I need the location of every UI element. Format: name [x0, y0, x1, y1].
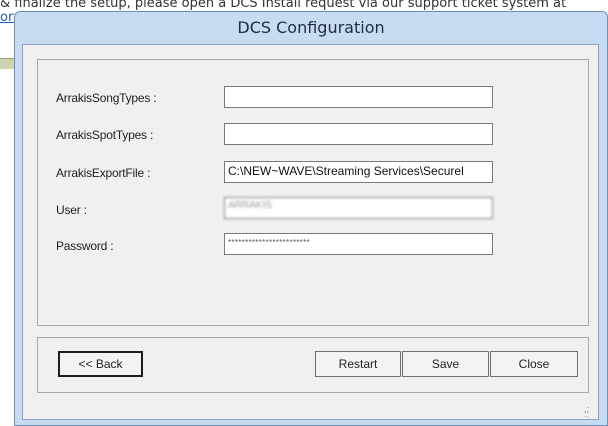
spot-types-input[interactable] [224, 123, 493, 145]
buttons-group-box: << Back Restart Save Close [37, 337, 589, 393]
dialog-client-area: ArrakisSongTypes : ArrakisSpotTypes : Ar… [22, 44, 599, 420]
song-types-label: ArrakisSongTypes : [56, 91, 157, 105]
resize-grip-icon[interactable]: .::: [584, 405, 594, 419]
background-support-link[interactable]: ort [0, 10, 14, 30]
settings-group-box: ArrakisSongTypes : ArrakisSpotTypes : Ar… [37, 59, 589, 326]
background-tab-fragment [0, 58, 14, 69]
user-input[interactable]: ARRAKIS [224, 197, 493, 219]
background-page-text: & finalize the setup, please open a DCS … [0, 0, 567, 10]
spot-types-label: ArrakisSpotTypes : [56, 128, 154, 142]
export-file-input[interactable]: C:\NEW~WAVE\Streaming Services\Securel [224, 161, 493, 183]
export-file-label: ArrakisExportFile : [56, 166, 151, 180]
restart-button[interactable]: Restart [315, 351, 401, 377]
song-types-input[interactable] [224, 86, 493, 108]
password-label: Password : [56, 239, 114, 253]
save-button[interactable]: Save [402, 351, 489, 377]
user-label: User : [56, 203, 87, 217]
back-button[interactable]: << Back [58, 351, 143, 377]
dcs-configuration-dialog: DCS Configuration ArrakisSongTypes : Arr… [14, 11, 608, 426]
password-input[interactable]: ************************ [224, 233, 493, 255]
dialog-title[interactable]: DCS Configuration [15, 12, 607, 43]
close-button[interactable]: Close [490, 351, 578, 377]
